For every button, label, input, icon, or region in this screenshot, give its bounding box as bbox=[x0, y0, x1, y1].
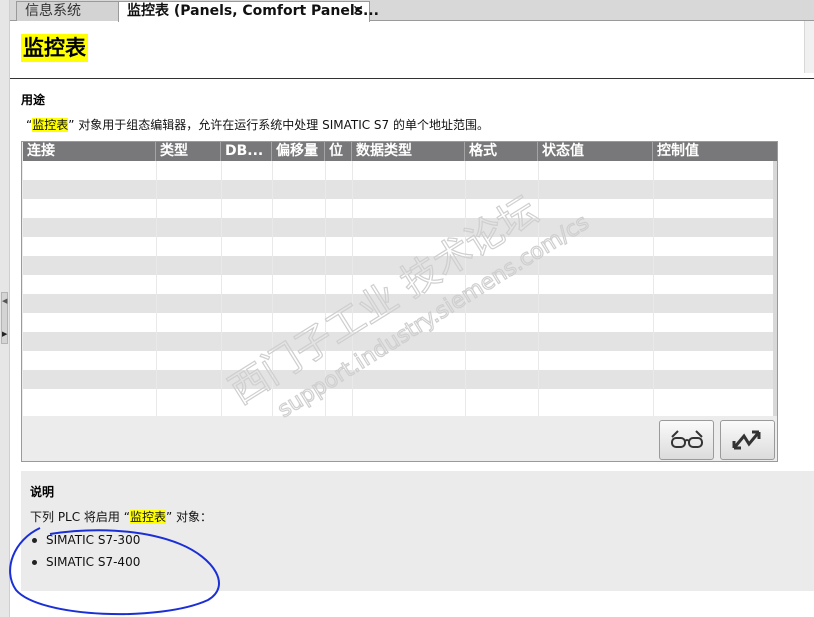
hand-drawn-annotation bbox=[9, 527, 220, 616]
